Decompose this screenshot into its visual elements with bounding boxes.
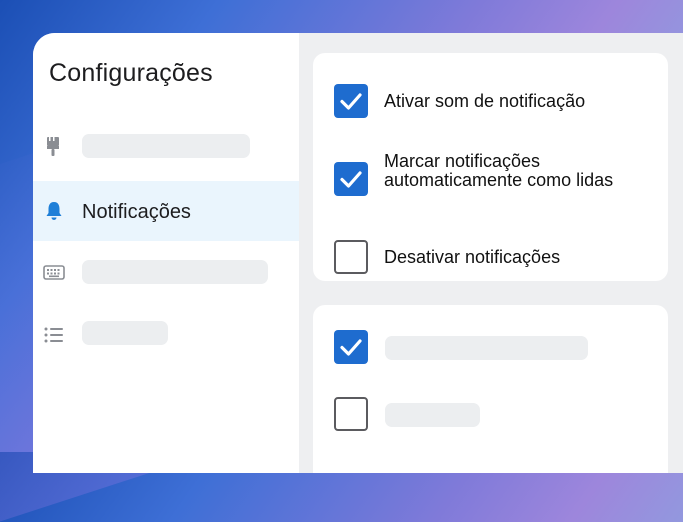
sound-checkbox[interactable] [334,84,368,118]
option-label: Ativar som de notificação [384,91,586,111]
option-label-placeholder [385,336,588,360]
notification-options-card: Ativar som de notificação Marcar notific… [313,53,668,281]
sidebar-item-label-placeholder [82,260,268,284]
sidebar-item-notifications[interactable]: Notificações [33,181,299,241]
option-label: Marcar notificações automaticamente como… [384,151,614,190]
option-checkbox[interactable] [334,330,368,364]
disable-checkbox[interactable] [334,240,368,274]
sidebar: Configurações Notificações [33,33,299,473]
option-label-placeholder [385,403,480,427]
sidebar-item-label: Notificações [82,201,191,223]
list-icon [43,324,65,346]
sidebar-title: Configurações [49,59,213,87]
checkmark-icon [340,171,362,188]
sidebar-item-appearance[interactable] [33,116,299,176]
settings-window: Configurações Notificações Ativar som de… [33,33,683,473]
sidebar-item-label-placeholder [82,134,250,158]
auto-read-checkbox[interactable] [334,162,368,196]
sidebar-item-list[interactable] [33,305,299,365]
bell-icon [43,200,65,222]
option-checkbox[interactable] [334,397,368,431]
option-label: Desativar notificações [384,247,561,267]
checkmark-icon [340,93,362,110]
paintbrush-icon [43,135,65,157]
secondary-options-card [313,305,668,473]
checkmark-icon [340,339,362,356]
sidebar-item-label-placeholder [82,321,168,345]
sidebar-item-keyboard[interactable] [33,242,299,302]
keyboard-icon [43,261,65,283]
